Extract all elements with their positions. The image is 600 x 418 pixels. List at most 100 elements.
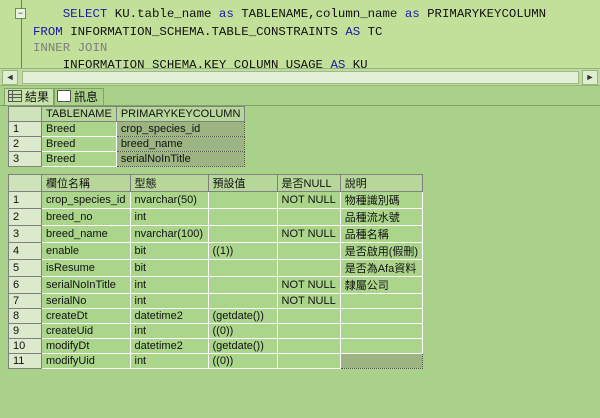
- row-number[interactable]: 11: [8, 353, 42, 369]
- table-cell[interactable]: [339, 353, 424, 369]
- column-header[interactable]: PRIMARYKEYCOLUMN: [115, 106, 246, 122]
- table-cell[interactable]: datetime2: [129, 338, 209, 354]
- table-cell[interactable]: datetime2: [129, 308, 209, 324]
- scroll-right-arrow-icon[interactable]: ►: [582, 70, 598, 85]
- table-cell[interactable]: nvarchar(50): [129, 191, 209, 209]
- row-number[interactable]: 2: [8, 208, 42, 226]
- table-cell[interactable]: modifyUid: [41, 353, 131, 369]
- row-number[interactable]: 3: [8, 225, 42, 243]
- table-cell[interactable]: NOT NULL: [276, 225, 341, 243]
- table-cell[interactable]: [207, 276, 278, 294]
- table-cell[interactable]: crop_species_id: [115, 121, 246, 137]
- table-cell[interactable]: [276, 308, 341, 324]
- table-cell[interactable]: [207, 293, 278, 309]
- table-row[interactable]: 3 Breed serialNoInTitle: [8, 151, 246, 167]
- table-cell[interactable]: int: [129, 323, 209, 339]
- table-cell[interactable]: [276, 208, 341, 226]
- table-cell[interactable]: [339, 323, 424, 339]
- column-header[interactable]: TABLENAME: [41, 106, 117, 122]
- table-cell[interactable]: ((0)): [207, 353, 278, 369]
- table-cell[interactable]: [339, 338, 424, 354]
- code-line[interactable]: FROM INFORMATION_SCHEMA.TABLE_CONSTRAINT…: [33, 25, 383, 39]
- table-cell[interactable]: 是否啟用(假刪): [339, 242, 424, 260]
- column-header[interactable]: 預設值: [207, 174, 278, 192]
- table-cell[interactable]: nvarchar(100): [129, 225, 209, 243]
- table-cell[interactable]: bit: [129, 259, 209, 277]
- table-row[interactable]: 5 isResume bit 是否為Afa資料: [8, 259, 424, 277]
- table-cell[interactable]: [207, 191, 278, 209]
- row-number[interactable]: 8: [8, 308, 42, 324]
- row-number[interactable]: 6: [8, 276, 42, 294]
- row-number[interactable]: 7: [8, 293, 42, 309]
- table-cell[interactable]: [339, 293, 424, 309]
- table-cell[interactable]: isResume: [41, 259, 131, 277]
- grid-corner[interactable]: [8, 174, 42, 192]
- table-cell[interactable]: [207, 225, 278, 243]
- row-number[interactable]: 4: [8, 242, 42, 260]
- table-cell[interactable]: [207, 259, 278, 277]
- table-cell[interactable]: serialNoInTitle: [41, 276, 131, 294]
- table-row[interactable]: 1 crop_species_id nvarchar(50) NOT NULL 物種識別…: [8, 191, 424, 209]
- table-cell[interactable]: breed_name: [115, 136, 246, 152]
- row-number[interactable]: 5: [8, 259, 42, 277]
- code-line[interactable]: SELECT KU.table_name as TABLENAME,column…: [33, 7, 546, 21]
- table-cell[interactable]: Breed: [41, 121, 117, 137]
- table-cell[interactable]: [276, 242, 341, 260]
- code-line[interactable]: INNER JOIN: [33, 41, 107, 55]
- table-row[interactable]: 2 Breed breed_name: [8, 136, 246, 152]
- editor-horizontal-scrollbar[interactable]: ◄ ►: [0, 68, 600, 86]
- table-cell[interactable]: int: [129, 353, 209, 369]
- table-cell[interactable]: (getdate()): [207, 338, 278, 354]
- table-cell[interactable]: 是否為Afa資料: [339, 259, 424, 277]
- table-cell[interactable]: Breed: [41, 151, 117, 167]
- row-number[interactable]: 9: [8, 323, 42, 339]
- table-cell[interactable]: serialNoInTitle: [115, 151, 246, 167]
- table-cell[interactable]: [276, 338, 341, 354]
- column-header[interactable]: 說明: [339, 174, 424, 192]
- table-cell[interactable]: breed_no: [41, 208, 131, 226]
- table-cell[interactable]: Breed: [41, 136, 117, 152]
- table-cell[interactable]: 物種識別碼: [339, 191, 424, 209]
- table-row[interactable]: 10 modifyDt datetime2 (getdate()): [8, 338, 424, 354]
- table-cell[interactable]: int: [129, 208, 209, 226]
- tab-messages[interactable]: 訊息: [53, 88, 105, 105]
- table-cell[interactable]: int: [129, 276, 209, 294]
- table-cell[interactable]: 隸屬公司: [339, 276, 424, 294]
- code-line[interactable]: INFORMATION_SCHEMA.KEY_COLUMN_USAGE AS K…: [33, 58, 368, 68]
- table-cell[interactable]: [276, 259, 341, 277]
- column-header[interactable]: 是否NULL: [276, 174, 341, 192]
- sql-editor[interactable]: − SELECT KU.table_name as TABLENAME,colu…: [0, 0, 600, 68]
- grid-corner[interactable]: [8, 106, 42, 122]
- table-cell[interactable]: createDt: [41, 308, 131, 324]
- row-number[interactable]: 3: [8, 151, 42, 167]
- table-cell[interactable]: modifyDt: [41, 338, 131, 354]
- row-number[interactable]: 1: [8, 191, 42, 209]
- table-row[interactable]: 3 breed_name nvarchar(100) NOT NULL 品種名稱: [8, 225, 424, 243]
- table-cell[interactable]: [276, 353, 341, 369]
- table-cell[interactable]: 品種名稱: [339, 225, 424, 243]
- table-cell[interactable]: ((1)): [207, 242, 278, 260]
- row-number[interactable]: 1: [8, 121, 42, 137]
- scrollbar-thumb[interactable]: [22, 71, 579, 84]
- table-cell[interactable]: (getdate()): [207, 308, 278, 324]
- table-cell[interactable]: NOT NULL: [276, 276, 341, 294]
- table-row[interactable]: 11 modifyUid int ((0)): [8, 353, 424, 369]
- collapse-icon[interactable]: −: [15, 8, 26, 19]
- table-cell[interactable]: [207, 208, 278, 226]
- table-cell[interactable]: enable: [41, 242, 131, 260]
- table-cell[interactable]: NOT NULL: [276, 191, 341, 209]
- tab-results[interactable]: 結果: [4, 88, 56, 105]
- table-cell[interactable]: createUid: [41, 323, 131, 339]
- table-cell[interactable]: breed_name: [41, 225, 131, 243]
- table-row[interactable]: 8 createDt datetime2 (getdate()): [8, 308, 424, 324]
- table-row[interactable]: 6 serialNoInTitle int NOT NULL 隸屬公司: [8, 276, 424, 294]
- row-number[interactable]: 10: [8, 338, 42, 354]
- scroll-left-arrow-icon[interactable]: ◄: [2, 70, 18, 85]
- table-cell[interactable]: crop_species_id: [41, 191, 131, 209]
- column-header[interactable]: 欄位名稱: [41, 174, 131, 192]
- table-row[interactable]: 2 breed_no int 品種流水號: [8, 208, 424, 226]
- table-row[interactable]: 1 Breed crop_species_id: [8, 121, 246, 137]
- table-cell[interactable]: int: [129, 293, 209, 309]
- table-row[interactable]: 9 createUid int ((0)): [8, 323, 424, 339]
- table-cell[interactable]: ((0)): [207, 323, 278, 339]
